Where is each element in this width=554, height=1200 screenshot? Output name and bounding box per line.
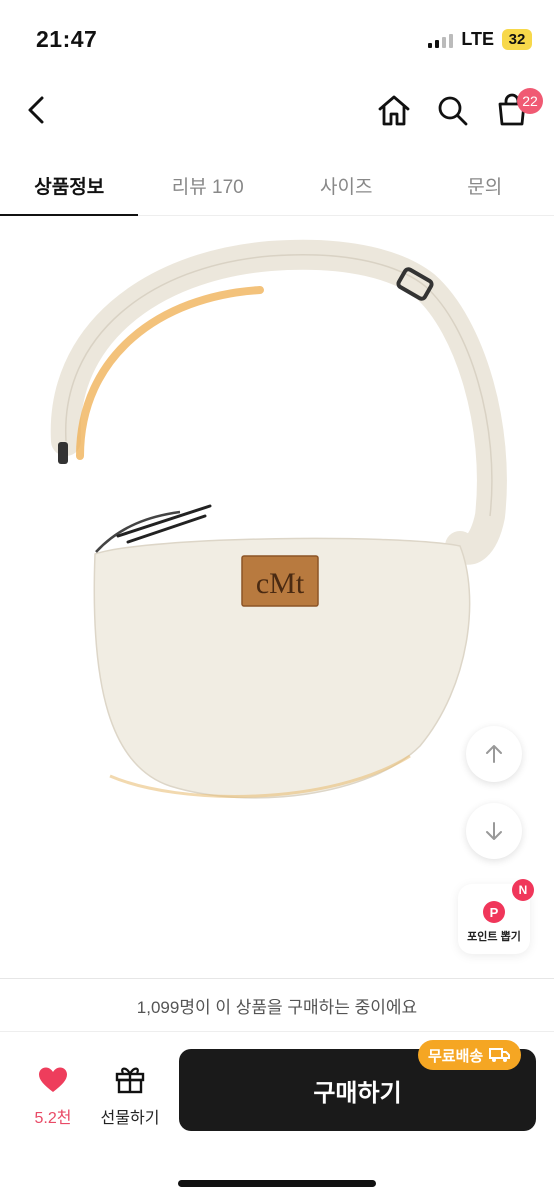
scroll-up-button[interactable] [466,726,522,782]
product-tabs: 상품정보 리뷰 170 사이즈 문의 [0,154,554,217]
arrow-down-icon [486,822,502,840]
back-button[interactable] [18,90,58,130]
home-button[interactable] [374,90,414,130]
arrow-up-icon [486,745,502,763]
like-count: 5.2천 [34,1110,72,1127]
tab-reviews[interactable]: 리뷰 170 [139,154,278,216]
free-shipping-label: 무료배송 [428,1047,484,1065]
tab-inquiry[interactable]: 문의 [416,154,554,216]
gift-icon [115,1067,145,1094]
search-icon [438,96,468,126]
signal-icon [428,32,454,48]
home-indicator [178,1180,376,1187]
cart-count-badge: 22 [517,88,543,114]
product-image[interactable]: cMt [0,216,554,976]
battery-icon: 32 [502,29,532,50]
point-icon: P [483,901,505,923]
chevron-left-icon [28,96,44,124]
like-button[interactable]: 5.2천 [22,1062,84,1132]
top-navigation [0,80,554,142]
buyers-count-banner: 1,099명이 이 상품을 구매하는 중이에요 [0,978,554,1032]
status-bar: 21:47 LTE 32 [0,0,554,80]
free-shipping-badge: 무료배송 [418,1040,522,1070]
new-badge: N [512,879,534,901]
point-draw-label: 포인트 뽑기 [467,931,521,943]
gift-label: 선물하기 [100,1110,160,1127]
truck-icon [489,1048,511,1062]
tab-size[interactable]: 사이즈 [277,154,416,216]
bag-label-text: cMt [256,567,305,600]
gift-button[interactable]: 선물하기 [94,1062,166,1132]
network-label: LTE [461,29,494,49]
home-icon [378,95,410,126]
status-time: 21:47 [36,26,98,52]
scroll-down-button[interactable] [466,803,522,859]
status-indicators: LTE 32 [428,29,532,50]
crossbody-bag-image: cMt [50,239,507,799]
heart-icon [39,1067,67,1092]
search-button[interactable] [432,90,472,130]
tab-product-info[interactable]: 상품정보 [0,154,139,217]
